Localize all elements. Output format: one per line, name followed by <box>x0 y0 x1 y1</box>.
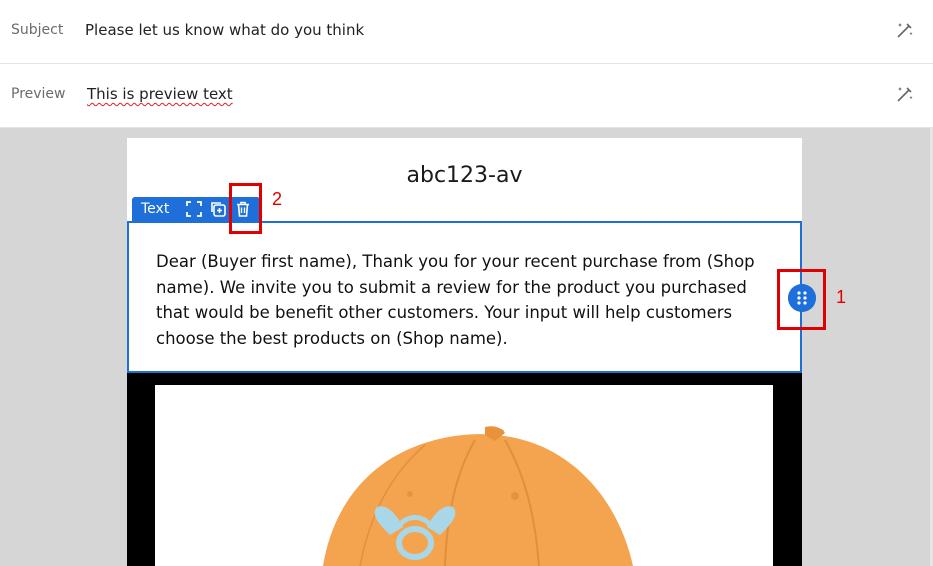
product-image <box>155 385 773 566</box>
duplicate-icon[interactable] <box>209 200 227 218</box>
highlight-box-2 <box>229 183 262 234</box>
annotation-number-2: 2 <box>272 189 283 209</box>
expand-icon[interactable] <box>185 200 203 218</box>
image-block[interactable] <box>127 373 802 566</box>
cap-image <box>323 426 633 566</box>
subject-label: Subject <box>11 22 64 38</box>
magic-wand-icon[interactable] <box>895 20 915 40</box>
preview-label: Preview <box>11 86 66 102</box>
block-type-label: Text <box>141 201 170 217</box>
subject-input[interactable]: Please let us know what do you think <box>85 21 364 39</box>
subject-row: Subject Please let us know what do you t… <box>0 0 933 64</box>
annotation-number-1: 1 <box>836 287 847 307</box>
magic-wand-icon[interactable] <box>895 84 915 104</box>
highlight-box-1 <box>777 269 826 330</box>
preview-input[interactable]: This is preview text <box>87 85 233 103</box>
text-block-content[interactable]: Dear (Buyer first name), Thank you for y… <box>156 249 776 351</box>
text-block[interactable]: Dear (Buyer first name), Thank you for y… <box>127 221 802 373</box>
